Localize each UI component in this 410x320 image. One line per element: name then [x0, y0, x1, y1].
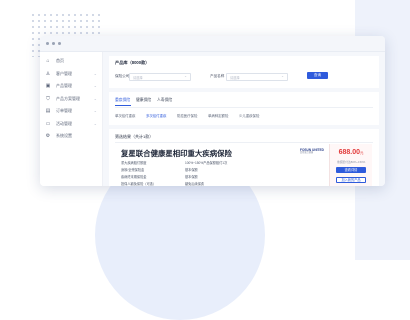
product-name[interactable]: 复星联合健康星相印重大疾病保险	[121, 148, 232, 159]
app-window: ⌂ 首页 ♙ 客户管理 ⌄ ▣ 产品管理 ⌄ ⛉ 产品方案管理 ⌄ ▤ 订单管理…	[40, 36, 385, 186]
sidebar-item-activities[interactable]: ▭ 活动管理 ⌄	[40, 118, 102, 131]
tabs-divider	[115, 107, 373, 108]
premium-price-value: 688.00	[338, 149, 361, 156]
premium-price-unit: 元	[360, 151, 364, 155]
search-button[interactable]: 查询	[307, 72, 328, 79]
main-content: 产品库（8000款） 保险公司 请选择 ⌄ 产品名称 请选择 ⌄ 查询 重疾保险…	[103, 52, 385, 186]
sidebar-item-label: 订单管理	[56, 108, 72, 114]
window-titlebar	[40, 36, 385, 52]
chevron-down-icon: ⌄	[93, 70, 97, 76]
subtab-multi-payout[interactable]: 多次给付重疾	[146, 113, 166, 118]
detail-label: 投保人豁免保险（可选）	[121, 182, 157, 186]
sidebar-item-products[interactable]: ▣ 产品管理 ⌄	[40, 80, 102, 93]
insurer-select[interactable]: 请选择 ⌄	[129, 72, 191, 81]
sidebar: ⌂ 首页 ♙ 客户管理 ⌄ ▣ 产品管理 ⌄ ⛉ 产品方案管理 ⌄ ▤ 订单管理…	[40, 52, 103, 186]
sidebar-item-settings[interactable]: ⚙ 系统设置	[40, 130, 102, 143]
premium-price: 688.00元	[330, 149, 372, 156]
chevron-down-icon: ⌄	[93, 83, 97, 88]
chevron-down-icon: ⌄	[93, 95, 97, 101]
user-icon: ♙	[45, 70, 51, 77]
window-dot	[52, 42, 55, 45]
home-icon: ⌂	[46, 58, 50, 65]
price-panel: 688.00元 重疾赔付达80%~150% 查看详情 加入我的产品	[329, 144, 372, 186]
shield-icon: ⛉	[46, 95, 50, 102]
product-name-label: 产品名称	[210, 74, 225, 78]
sidebar-item-label: 系统设置	[56, 133, 72, 139]
sidebar-item-label: 客户管理	[56, 70, 72, 76]
subtab-single-payout[interactable]: 单次给付重疾	[115, 113, 135, 118]
tab-health[interactable]: 健康保险	[136, 98, 151, 103]
chevron-down-icon: ⌄	[184, 74, 187, 78]
insurer-logo-subtext: 复星联合健康	[300, 152, 314, 155]
insurer-select-value: 请选择	[133, 75, 143, 80]
results-card: 筛选结果（共计1款） 复星联合健康星相印重大疾病保险 FOSUN UNITED …	[109, 129, 379, 186]
window-dot	[46, 42, 49, 45]
chevron-down-icon: ⌄	[281, 74, 284, 78]
calendar-icon: ▭	[45, 120, 51, 127]
detail-label: 重大疾病赔付额度	[121, 161, 147, 165]
results-title: 筛选结果（共计1款）	[115, 134, 154, 139]
product-name-select[interactable]: 请选择 ⌄	[226, 72, 288, 81]
view-details-button[interactable]: 查看详情	[336, 167, 366, 173]
window-dot	[58, 42, 61, 45]
section-title: 产品库（8000款）	[115, 60, 150, 65]
sidebar-item-label: 产品管理	[56, 83, 72, 89]
sidebar-item-plans[interactable]: ⛉ 产品方案管理 ⌄	[40, 93, 102, 106]
sidebar-item-label: 活动管理	[56, 120, 72, 126]
sidebar-item-label: 首页	[56, 58, 64, 64]
chevron-down-icon: ⌄	[93, 120, 97, 126]
filter-card: 产品库（8000款） 保险公司 请选择 ⌄ 产品名称 请选择 ⌄ 查询	[109, 56, 379, 88]
detail-value: 100%~150%产品保额赔付1次	[185, 161, 228, 165]
active-tab-indicator	[115, 105, 131, 106]
sidebar-item-label: 产品方案管理	[56, 95, 80, 101]
detail-value: 基本保额	[185, 168, 198, 172]
price-note: 重疾赔付达80%~150%	[336, 160, 366, 164]
sidebar-item-home[interactable]: ⌂ 首页	[40, 55, 102, 68]
subtab-children[interactable]: 少儿重疾保险	[239, 113, 259, 118]
product-name-select-value: 请选择	[230, 75, 240, 80]
chevron-down-icon: ⌄	[93, 108, 97, 113]
results-divider	[115, 142, 373, 143]
insurer-logo: FOSUN UNITED 复星联合健康	[300, 148, 324, 156]
detail-value: 豁免后续保费	[185, 182, 205, 186]
subtab-cancer[interactable]: 防癌医疗保险	[177, 113, 197, 118]
detail-value: 基本保额	[185, 175, 198, 179]
category-tabs-card: 重疾保险 健康保险 人寿保险 单次给付重疾 多次给付重疾 防癌医疗保险 单病种定…	[109, 92, 379, 125]
box-icon: ▣	[45, 83, 51, 90]
add-to-my-products-button[interactable]: 加入我的产品	[336, 177, 366, 183]
detail-label: 疾病终末期保险金	[121, 175, 147, 179]
sidebar-item-customers[interactable]: ♙ 客户管理 ⌄	[40, 68, 102, 81]
subtab-single-disease[interactable]: 单病种定额险	[208, 113, 228, 118]
detail-label: 身故/全残保险金	[121, 168, 145, 172]
settings-icon: ⚙	[45, 133, 51, 140]
sidebar-item-orders[interactable]: ▤ 订单管理 ⌄	[40, 105, 102, 118]
insurer-label: 保险公司	[115, 74, 130, 78]
document-icon: ▤	[45, 108, 51, 115]
tab-critical-illness[interactable]: 重疾保险	[115, 98, 130, 103]
tab-life[interactable]: 人寿保险	[157, 98, 172, 103]
